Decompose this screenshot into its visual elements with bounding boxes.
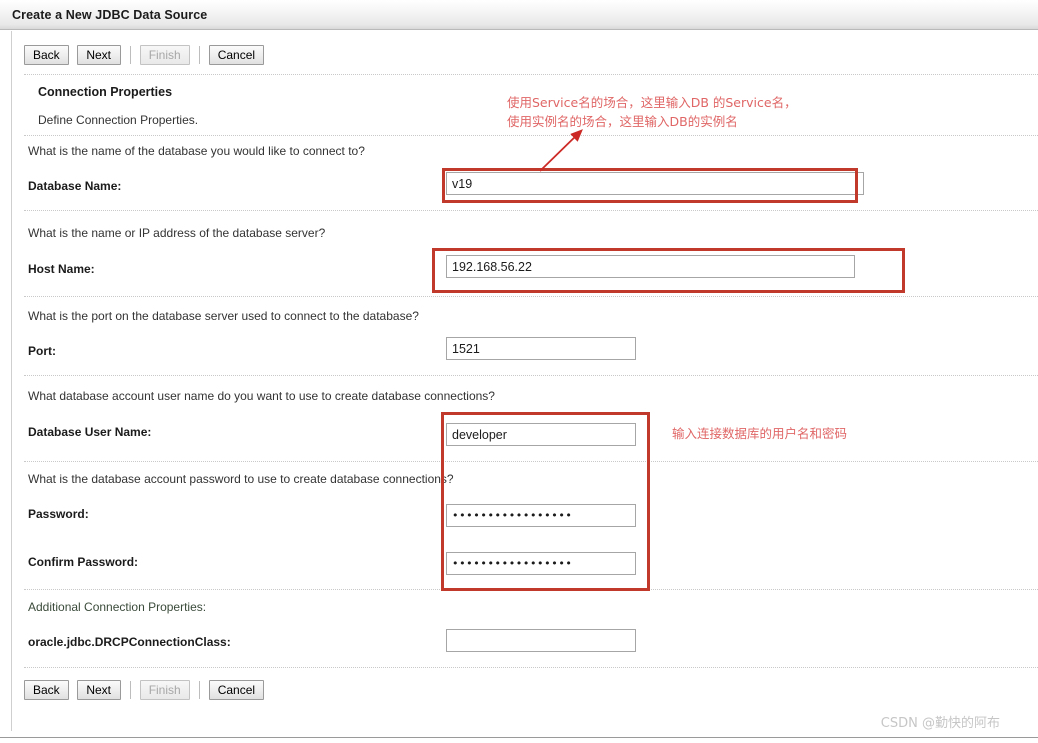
database-user-name-input[interactable] bbox=[446, 423, 636, 446]
annotation-credentials: 输入连接数据库的用户名和密码 bbox=[672, 426, 848, 441]
separator-4 bbox=[24, 375, 1038, 376]
window-title-bar: Create a New JDBC Data Source bbox=[0, 0, 1038, 30]
back-button-top[interactable]: Back bbox=[24, 45, 69, 65]
separator-7 bbox=[24, 667, 1038, 668]
question-database-user-name: What database account user name do you w… bbox=[28, 389, 495, 403]
wizard-toolbar-top: Back Next Finish Cancel bbox=[24, 45, 272, 65]
window-title: Create a New JDBC Data Source bbox=[12, 8, 208, 22]
question-host-name: What is the name or IP address of the da… bbox=[28, 226, 326, 240]
label-confirm-password: Confirm Password: bbox=[28, 555, 139, 569]
next-button-top[interactable]: Next bbox=[76, 45, 121, 65]
label-drcp-connection-class: oracle.jdbc.DRCPConnectionClass: bbox=[28, 635, 231, 649]
question-password: What is the database account password to… bbox=[28, 472, 454, 486]
toolbar-separator-3 bbox=[129, 681, 131, 699]
csdn-watermark: CSDN @勤快的阿布 bbox=[880, 716, 1000, 731]
section-title: Connection Properties bbox=[38, 85, 173, 99]
back-button-bottom[interactable]: Back bbox=[24, 680, 69, 700]
finish-button-bottom: Finish bbox=[139, 680, 190, 700]
database-name-input[interactable] bbox=[446, 172, 864, 195]
cancel-button-top[interactable]: Cancel bbox=[208, 45, 265, 65]
port-input[interactable] bbox=[446, 337, 636, 360]
bottom-rule bbox=[0, 737, 1038, 738]
separator-below-toolbar bbox=[24, 74, 1038, 75]
annotation-database-name-line2: 使用实例名的场合，这里输入DB的实例名 bbox=[507, 114, 738, 129]
confirm-password-input[interactable] bbox=[446, 552, 636, 575]
separator-1 bbox=[24, 135, 1038, 136]
separator-3 bbox=[24, 296, 1038, 297]
cancel-button-bottom[interactable]: Cancel bbox=[208, 680, 265, 700]
annotation-database-name: 使用Service名的场合，这里输入DB 的Service名， 使用实例名的场合，… bbox=[507, 93, 797, 131]
next-button-bottom[interactable]: Next bbox=[76, 680, 121, 700]
separator-5 bbox=[24, 461, 1038, 462]
wizard-toolbar-bottom: Back Next Finish Cancel bbox=[24, 680, 272, 700]
label-host-name: Host Name: bbox=[28, 262, 95, 276]
toolbar-separator-2 bbox=[198, 46, 200, 64]
wizard-page: Back Next Finish Cancel Connection Prope… bbox=[11, 31, 1038, 731]
finish-button-top: Finish bbox=[139, 45, 190, 65]
toolbar-separator-4 bbox=[198, 681, 200, 699]
question-port: What is the port on the database server … bbox=[28, 309, 419, 323]
password-input[interactable] bbox=[446, 504, 636, 527]
separator-6 bbox=[24, 589, 1038, 590]
question-database-name: What is the name of the database you wou… bbox=[28, 144, 365, 158]
host-name-input[interactable] bbox=[446, 255, 855, 278]
label-database-user-name: Database User Name: bbox=[28, 425, 152, 439]
annotation-database-name-line1: 使用Service名的场合，这里输入DB 的Service名， bbox=[507, 95, 797, 110]
additional-properties-heading: Additional Connection Properties: bbox=[28, 600, 207, 614]
label-password: Password: bbox=[28, 507, 89, 521]
section-subtitle: Define Connection Properties. bbox=[38, 113, 199, 127]
label-database-name: Database Name: bbox=[28, 179, 122, 193]
separator-2 bbox=[24, 210, 1038, 211]
drcp-connection-class-input[interactable] bbox=[446, 629, 636, 652]
label-port: Port: bbox=[28, 344, 56, 358]
toolbar-separator-1 bbox=[129, 46, 131, 64]
